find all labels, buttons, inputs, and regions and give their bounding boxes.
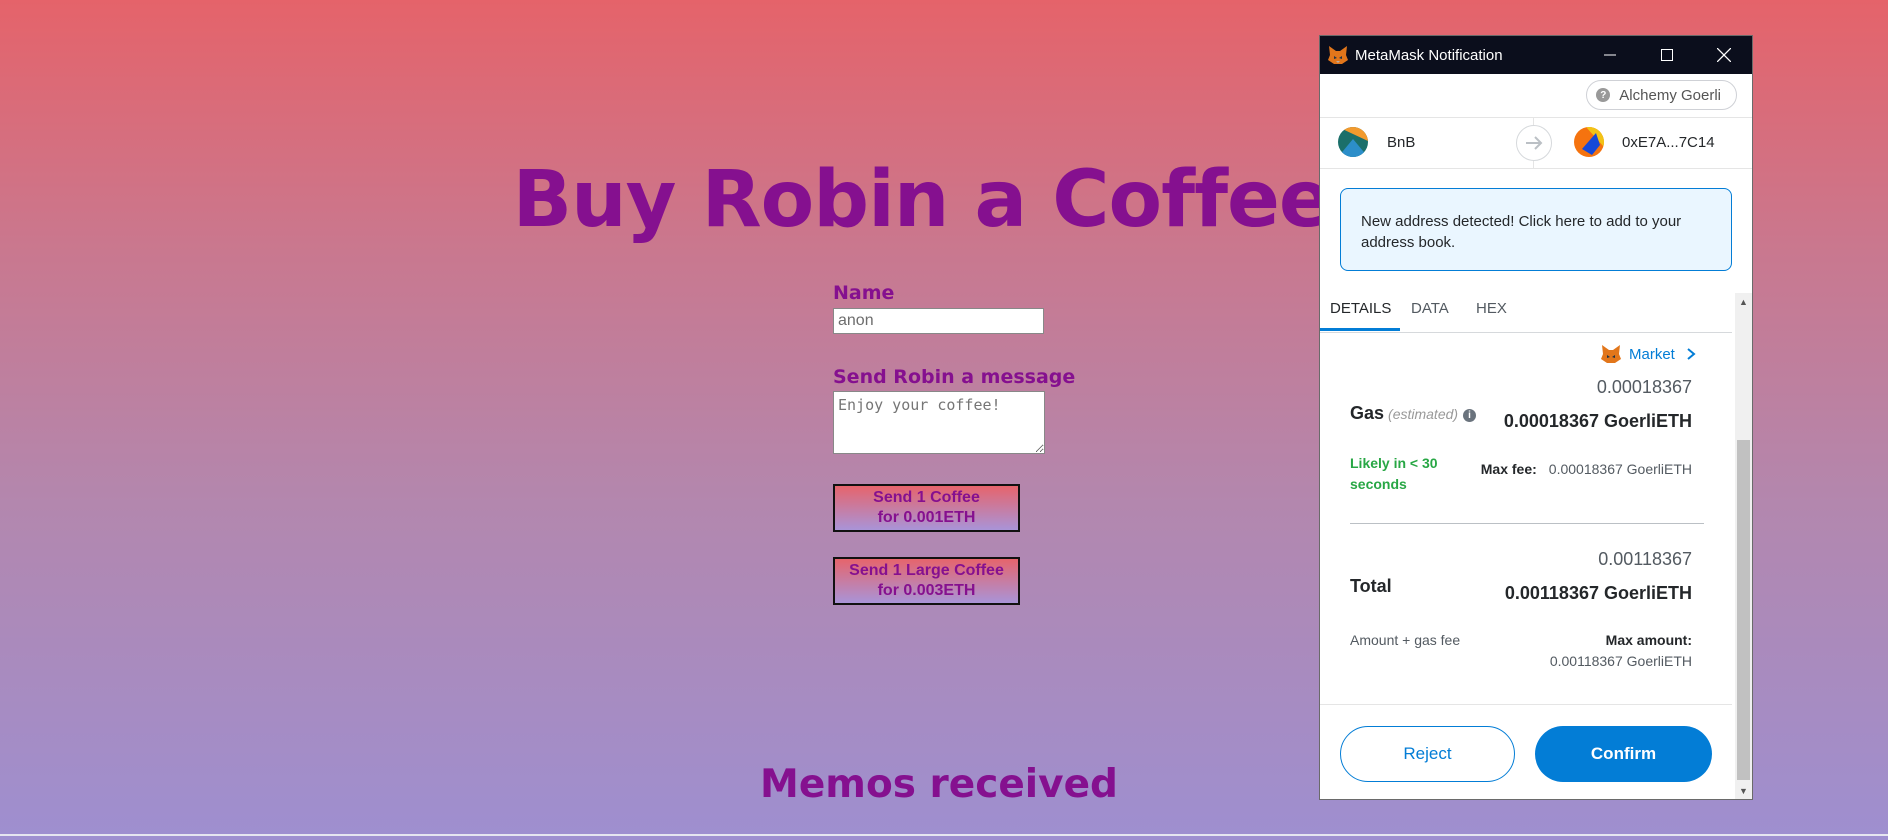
total-value-bold: 0.00118367 GoerliETH: [1504, 583, 1692, 603]
max-amount-row: Max amount: 0.00118367 GoerliETH: [1550, 630, 1692, 672]
send-large-coffee-price: for 0.003ETH: [877, 582, 976, 599]
close-button[interactable]: [1695, 36, 1752, 74]
section-divider: [1350, 523, 1704, 524]
gas-value-small: 0.00018367: [1596, 377, 1692, 397]
arrow-right-icon: [1526, 136, 1543, 150]
tab-data[interactable]: DATA: [1411, 289, 1449, 331]
network-name: Alchemy Goerli: [1619, 86, 1721, 104]
metamask-window: MetaMask Notification ? Alchemy Goerli B…: [1319, 35, 1753, 800]
gas-value-bold: 0.00018367 GoerliETH: [1503, 411, 1692, 431]
window-titlebar[interactable]: MetaMask Notification: [1320, 36, 1752, 74]
scrollbar[interactable]: ▲ ▼: [1735, 293, 1752, 799]
max-fee-row: Max fee: 0.00018367 GoerliETH: [1481, 461, 1692, 477]
scroll-down-icon[interactable]: ▼: [1735, 782, 1752, 799]
tab-hex[interactable]: HEX: [1476, 289, 1507, 331]
window-title: MetaMask Notification: [1355, 46, 1503, 64]
send-coffee-price: for 0.001ETH: [877, 509, 976, 526]
gas-estimated: (estimated): [1388, 406, 1459, 422]
send-coffee-label: Send 1 Coffee: [873, 489, 980, 506]
close-icon: [1716, 48, 1731, 62]
gas-label-row: Gas (estimated) i: [1350, 403, 1477, 424]
account-row: BnB 0xE7A...7C14: [1320, 118, 1752, 169]
network-selector[interactable]: ? Alchemy Goerli: [1586, 80, 1737, 110]
total-value-small: 0.00118367: [1598, 549, 1692, 569]
total-label: Total: [1350, 576, 1392, 596]
send-large-coffee-button[interactable]: Send 1 Large Coffee for 0.003ETH: [833, 557, 1020, 605]
likely-time: Likely in < 30 seconds: [1350, 455, 1438, 492]
question-icon: ?: [1596, 88, 1611, 102]
maximize-button[interactable]: [1638, 36, 1695, 74]
info-icon[interactable]: i: [1463, 409, 1477, 422]
reject-button[interactable]: Reject: [1340, 726, 1515, 782]
confirm-button[interactable]: Confirm: [1535, 726, 1712, 782]
amount-gas-label: Amount + gas fee: [1350, 632, 1461, 648]
arrow-right-circle: [1516, 125, 1552, 161]
chevron-right-icon: [1687, 348, 1696, 360]
max-fee-value: 0.00018367 GoerliETH: [1548, 461, 1692, 477]
gas-label: Gas: [1350, 403, 1385, 423]
name-label: Name: [833, 282, 895, 304]
send-coffee-button[interactable]: Send 1 Coffee for 0.001ETH: [833, 484, 1020, 532]
market-label: Market: [1629, 345, 1675, 363]
market-link[interactable]: Market: [1599, 343, 1697, 365]
send-large-coffee-label: Send 1 Large Coffee: [849, 562, 1004, 579]
to-account-avatar: [1574, 127, 1604, 157]
to-account-address: 0xE7A...7C14: [1622, 134, 1715, 151]
new-address-alert[interactable]: New address detected! Click here to add …: [1340, 188, 1732, 271]
message-textarea[interactable]: [833, 391, 1045, 454]
from-account-avatar: [1338, 127, 1368, 157]
max-amount-value: 0.00118367 GoerliETH: [1549, 653, 1692, 669]
footer-divider: [1320, 704, 1732, 705]
identicon-icon: [1574, 127, 1604, 157]
message-label: Send Robin a message: [833, 366, 1076, 388]
network-row: ? Alchemy Goerli: [1320, 74, 1752, 118]
metamask-fox-icon: [1328, 46, 1348, 64]
tab-details[interactable]: DETAILS: [1320, 289, 1400, 331]
tab-bar: DETAILS DATA HEX: [1320, 289, 1732, 333]
identicon-icon: [1338, 127, 1368, 157]
scroll-up-icon[interactable]: ▲: [1735, 293, 1752, 310]
page-divider: [0, 834, 1888, 836]
maximize-icon: [1660, 49, 1673, 61]
name-input[interactable]: [833, 308, 1044, 334]
minimize-icon: [1603, 54, 1616, 56]
max-amount-label: Max amount:: [1605, 632, 1692, 648]
scroll-thumb[interactable]: [1737, 440, 1750, 780]
from-account-name: BnB: [1387, 134, 1416, 151]
metamask-fox-icon: [1601, 345, 1621, 363]
max-fee-label: Max fee:: [1480, 461, 1537, 477]
minimize-button[interactable]: [1581, 36, 1638, 74]
